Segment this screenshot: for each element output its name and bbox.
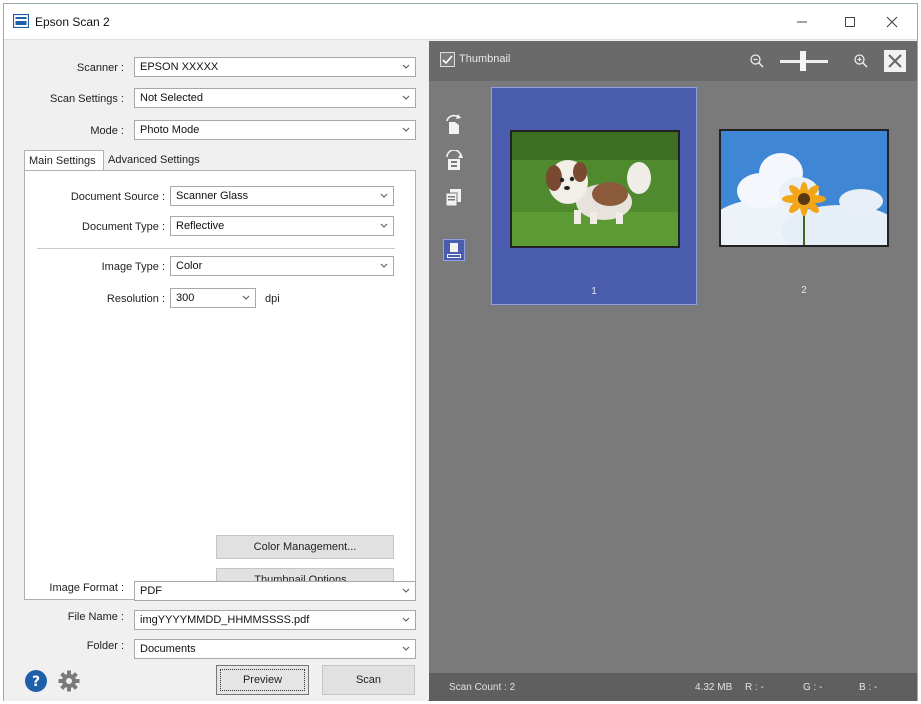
zoom-slider-handle[interactable] xyxy=(800,51,806,71)
zoom-in-icon xyxy=(854,54,868,68)
settings-panel: Scanner : EPSON XXXXX Scan Settings : No… xyxy=(4,41,428,701)
app-icon xyxy=(13,14,29,28)
document-type-select[interactable]: Reflective xyxy=(170,216,394,236)
zoom-out-button[interactable] xyxy=(749,53,765,69)
help-button[interactable]: ? xyxy=(24,669,48,693)
scan-settings-value: Not Selected xyxy=(140,92,203,104)
zoom-out-icon xyxy=(750,54,764,68)
chevron-down-icon xyxy=(402,646,410,651)
document-source-select[interactable]: Scanner Glass xyxy=(170,186,394,206)
gear-icon xyxy=(58,670,80,692)
mode-value: Photo Mode xyxy=(140,124,200,136)
resolution-value: 300 xyxy=(176,292,195,304)
chevron-down-icon xyxy=(402,64,410,69)
resolution-select[interactable]: 300 xyxy=(170,288,256,308)
thumbnail-checkbox[interactable] xyxy=(440,52,455,67)
thumbnail-number: 1 xyxy=(591,286,597,297)
file-name-value: imgYYYYMMDD_HHMMSSSS.pdf xyxy=(140,614,310,626)
dog-photo-icon xyxy=(512,132,678,246)
close-icon xyxy=(886,16,898,28)
auto-adjust-icon xyxy=(447,243,461,258)
preview-panel: Thumbnail 1 2 Scan Count: 2 4.32 MB R:… xyxy=(429,41,917,701)
minimize-button[interactable] xyxy=(782,8,822,36)
chevron-down-icon xyxy=(402,95,410,100)
resolution-unit: dpi xyxy=(265,293,280,305)
tab-main-settings[interactable]: Main Settings xyxy=(24,150,104,171)
close-button[interactable] xyxy=(872,8,912,36)
file-name-label: File Name : xyxy=(67,611,124,623)
scanner-label: Scanner : xyxy=(76,62,124,74)
sunflower-photo-icon xyxy=(721,131,887,245)
window-title: Epson Scan 2 xyxy=(35,15,110,29)
rotate-button[interactable] xyxy=(443,114,465,136)
document-source-value: Scanner Glass xyxy=(176,190,249,202)
tab-advanced-settings[interactable]: Advanced Settings xyxy=(104,150,206,171)
red-value: R : - xyxy=(745,682,764,693)
settings-button[interactable] xyxy=(58,670,80,692)
chevron-down-icon xyxy=(380,193,388,198)
epson-scan-window: Epson Scan 2 Scanner : EPSON XXXXX Scan … xyxy=(3,3,918,701)
status-bar: Scan Count : 2 4.32 MB R : - G : - B : - xyxy=(429,673,917,701)
folder-label: Folder : xyxy=(86,640,124,652)
preview-button[interactable]: Preview xyxy=(216,665,309,695)
mode-label: Mode : xyxy=(90,125,124,137)
scan-count: Scan Count : 2 xyxy=(449,682,516,693)
delete-thumbnail-button[interactable] xyxy=(884,50,906,72)
thumbnail-selected-frame[interactable]: 1 xyxy=(491,87,697,305)
copy-icon xyxy=(445,189,461,207)
scan-button[interactable]: Scan xyxy=(322,665,415,695)
chevron-down-icon xyxy=(380,223,388,228)
focus-outline xyxy=(220,669,305,691)
help-icon: ? xyxy=(25,670,47,692)
rotate-icon xyxy=(446,114,461,134)
folder-value: Documents xyxy=(140,643,196,655)
chevron-down-icon xyxy=(402,588,410,593)
document-source-label: Document Source : xyxy=(70,191,165,203)
image-type-value: Color xyxy=(176,260,203,272)
section-divider xyxy=(37,248,395,249)
color-management-button[interactable]: Color Management... xyxy=(216,535,394,559)
image-format-label: Image Format : xyxy=(49,582,124,594)
image-type-label: Image Type : xyxy=(101,261,165,273)
maximize-button[interactable] xyxy=(830,8,870,36)
rotate-reverse-button[interactable] xyxy=(443,149,465,172)
file-name-select[interactable]: imgYYYYMMDD_HHMMSSSS.pdf xyxy=(134,610,416,630)
close-icon xyxy=(888,54,902,68)
image-format-value: PDF xyxy=(140,585,162,597)
scan-settings-label: Scan Settings : xyxy=(50,93,124,105)
scanner-select[interactable]: EPSON XXXXX xyxy=(134,57,416,77)
image-format-select[interactable]: PDF xyxy=(134,581,416,601)
auto-adjust-button[interactable] xyxy=(443,239,465,261)
thumbnail-number: 2 xyxy=(801,285,807,296)
resolution-label: Resolution : xyxy=(106,293,165,305)
maximize-icon xyxy=(845,16,855,27)
green-value: G : - xyxy=(803,682,823,693)
chevron-down-icon xyxy=(380,263,388,268)
thumbnail-image-dog xyxy=(510,130,680,248)
document-type-value: Reflective xyxy=(176,220,225,232)
zoom-in-button[interactable] xyxy=(853,53,869,69)
svg-text:?: ? xyxy=(32,674,40,690)
preview-toolbar: Thumbnail xyxy=(429,41,917,81)
folder-select[interactable]: Documents xyxy=(134,639,416,659)
mode-select[interactable]: Photo Mode xyxy=(134,120,416,140)
chevron-down-icon xyxy=(242,295,250,300)
blue-value: B : - xyxy=(859,682,878,693)
document-type-label: Document Type : xyxy=(82,221,165,233)
rotate-reverse-icon xyxy=(446,149,463,170)
scanner-value: EPSON XXXXX xyxy=(140,61,219,73)
title-bar: Epson Scan 2 xyxy=(4,4,917,40)
copy-button[interactable] xyxy=(443,186,465,208)
thumbnail-label: Thumbnail xyxy=(459,53,511,65)
checkmark-icon xyxy=(442,55,453,65)
image-type-select[interactable]: Color xyxy=(170,256,394,276)
scan-settings-select[interactable]: Not Selected xyxy=(134,88,416,108)
file-size: 4.32 MB xyxy=(695,682,733,693)
thumbnail-image-sunflower[interactable] xyxy=(719,129,889,247)
minimize-icon xyxy=(797,21,807,23)
main-settings-panel: Document Source : Scanner Glass Document… xyxy=(24,170,416,600)
chevron-down-icon xyxy=(402,127,410,132)
chevron-down-icon xyxy=(402,617,410,622)
